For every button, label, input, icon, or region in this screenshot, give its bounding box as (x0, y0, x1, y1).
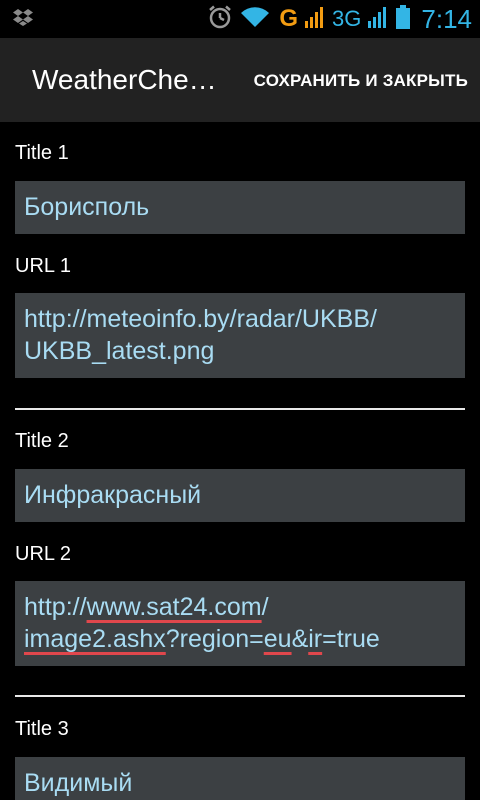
title-1-label: Title 1 (15, 142, 69, 164)
url-2-input[interactable]: http://www.sat24.com/image2.ashx?region=… (15, 581, 465, 666)
title-2-label: Title 2 (15, 430, 69, 452)
spellcheck-word: www.sat24.com (86, 593, 262, 621)
wifi-icon (239, 5, 271, 34)
url-1-label: URL 1 (15, 255, 71, 277)
spellcheck-word: eu (263, 625, 292, 653)
signal-icon (367, 5, 389, 34)
title-3-label: Title 3 (15, 718, 69, 740)
status-bar: G 3G 7:14 (0, 0, 480, 38)
divider (15, 408, 465, 410)
alarm-icon (207, 4, 233, 35)
title-3-input[interactable]: Видимый (15, 757, 465, 800)
battery-icon (395, 4, 411, 35)
dropbox-icon (12, 7, 34, 34)
title-1-input[interactable]: Борисполь (15, 181, 465, 234)
title-2-input[interactable]: Инфракрасный (15, 469, 465, 522)
url-1-line-1: http://meteoinfo.by/radar/UKBB/ (24, 305, 377, 333)
signal-icon (304, 5, 326, 34)
network-g-label: G (279, 5, 299, 32)
clock: 7:14 (421, 3, 472, 34)
action-bar: WeatherChe… СОХРАНИТЬ И ЗАКРЫТЬ (0, 38, 480, 122)
divider (15, 695, 465, 697)
save-and-close-button[interactable]: СОХРАНИТЬ И ЗАКРЫТЬ (254, 71, 468, 91)
spellcheck-word: ir (308, 625, 323, 653)
settings-form: Title 1 Борисполь URL 1 http://meteoinfo… (0, 122, 480, 800)
url-2-label: URL 2 (15, 543, 71, 565)
url-1-line-2: UKBB_latest.png (24, 337, 215, 365)
url-1-input[interactable]: http://meteoinfo.by/radar/UKBB/UKBB_late… (15, 293, 465, 378)
spellcheck-word: image2.ashx (24, 625, 166, 653)
network-3g-label: 3G (332, 6, 362, 31)
app-title[interactable]: WeatherChe… (32, 64, 217, 96)
